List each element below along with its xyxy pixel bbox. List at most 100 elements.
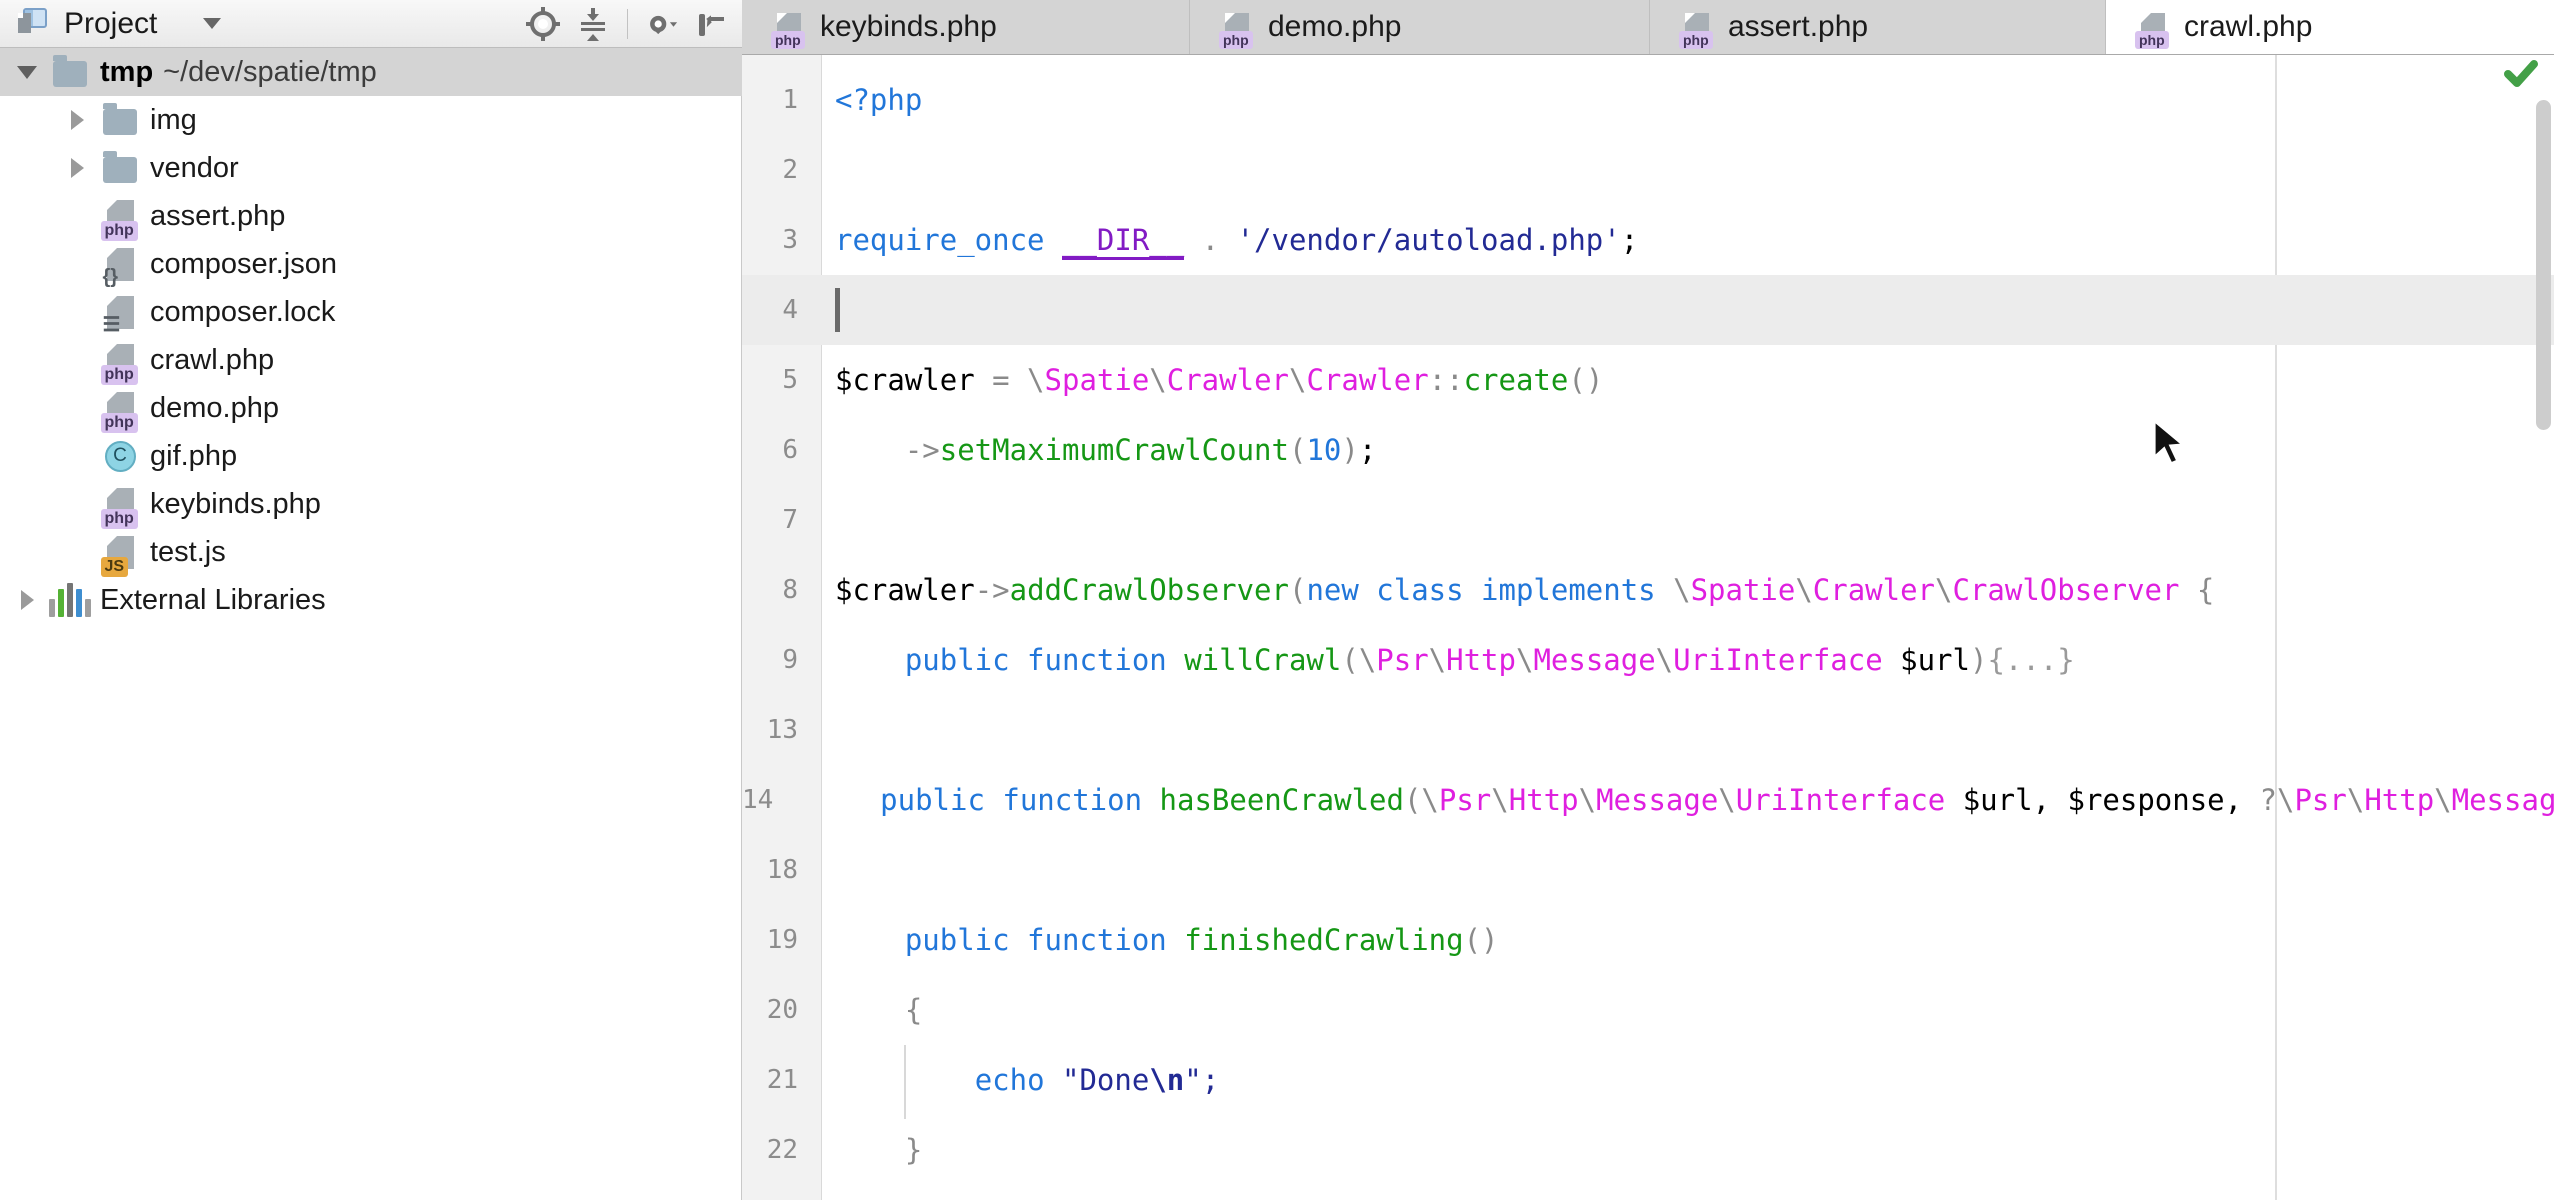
tree-item-external-libraries[interactable]: External Libraries — [0, 576, 742, 624]
php-class-icon: C — [105, 441, 136, 472]
line-number: 22 — [742, 1135, 798, 1165]
code-line-1[interactable]: 1<?php — [742, 65, 2554, 135]
text-caret — [835, 288, 840, 332]
mouse-cursor-icon — [2150, 418, 2196, 473]
tree-item-composer.json[interactable]: {} composer.json — [0, 240, 742, 288]
tree-item-label: vendor — [150, 152, 239, 185]
line-number: 20 — [742, 995, 798, 1025]
external-libraries-icon — [49, 583, 91, 617]
code-text: { — [835, 993, 922, 1027]
folder-icon — [103, 109, 137, 135]
code-line-3[interactable]: 3 require_once __DIR__ . '/vendor/autoloa… — [742, 205, 2554, 275]
collapse-all-icon[interactable] — [575, 6, 611, 42]
code-line-2[interactable]: 2 — [742, 135, 2554, 205]
php-file-icon: php — [107, 392, 134, 425]
line-number: 21 — [742, 1065, 798, 1095]
tree-item-keybinds.php[interactable]: php keybinds.php — [0, 480, 742, 528]
tab-assert.php[interactable]: php assert.php — [1650, 0, 2106, 54]
toolbar-separator — [627, 9, 628, 39]
code-line-19[interactable]: 19 public function finishedCrawling() — [742, 905, 2554, 975]
line-number: 19 — [742, 925, 798, 955]
project-tool-window: Project — [0, 0, 742, 1200]
line-number: 8 — [742, 575, 798, 605]
php-file-icon: php — [777, 13, 801, 42]
tree-item-demo.php[interactable]: php demo.php — [0, 384, 742, 432]
code-line-14[interactable]: 14 public function hasBeenCrawled(\Psr\H… — [742, 765, 2554, 835]
php-file-icon: php — [1225, 13, 1249, 42]
tree-item-assert.php[interactable]: php assert.php — [0, 192, 742, 240]
chevron-down-icon[interactable] — [203, 18, 221, 29]
tree-item-img[interactable]: img — [0, 96, 742, 144]
editor-scrollbar-thumb[interactable] — [2536, 100, 2551, 430]
line-number: 18 — [742, 855, 798, 885]
code-line-6[interactable]: 6 ->setMaximumCrawlCount(10); — [742, 415, 2554, 485]
editor-pane: php keybinds.phpphp demo.phpphp assert.p… — [742, 0, 2554, 1200]
tree-item-tmp[interactable]: tmp~/dev/spatie/tmp — [0, 48, 742, 96]
code-line-5[interactable]: 5 $crawler = \Spatie\Crawler\Crawler::cre… — [742, 345, 2554, 415]
line-number: 14 — [742, 785, 773, 815]
line-number: 4 — [742, 295, 798, 325]
code-text: echo "Done\n"; — [835, 1063, 1219, 1097]
tab-label: keybinds.php — [820, 10, 997, 44]
collapse-arrow-icon[interactable] — [71, 110, 84, 130]
tree-item-test.js[interactable]: JS test.js — [0, 528, 742, 576]
code-text: require_once __DIR__ . '/vendor/autoload… — [835, 223, 1638, 257]
code-text: public function willCrawl(\Psr\Http\Mess… — [835, 643, 2075, 677]
line-number: 5 — [742, 365, 798, 395]
folder-icon — [103, 157, 137, 183]
code-line-21[interactable]: 21 echo "Done\n"; — [742, 1045, 2554, 1115]
line-number: 9 — [742, 645, 798, 675]
tab-crawl.php[interactable]: php crawl.php — [2106, 0, 2554, 54]
tab-label: crawl.php — [2184, 10, 2312, 44]
hide-panel-icon[interactable] — [692, 6, 728, 42]
project-tool-window-icon — [14, 3, 50, 44]
php-file-icon: php — [2141, 13, 2165, 42]
code-line-13[interactable]: 13 — [742, 695, 2554, 765]
json-file-icon: {} — [107, 248, 134, 281]
line-number: 3 — [742, 225, 798, 255]
code-text: $crawler->addCrawlObserver(new class imp… — [835, 573, 2214, 607]
tab-keybinds.php[interactable]: php keybinds.php — [742, 0, 1190, 54]
code-area[interactable]: 1<?php 2 3 require_once __DIR__ . '/vendor/… — [742, 55, 2554, 1185]
tree-item-label: img — [150, 104, 197, 137]
code-text: $crawler = \Spatie\Crawler\Crawler::crea… — [835, 363, 1603, 397]
code-line-22[interactable]: 22 } — [742, 1115, 2554, 1185]
line-number: 2 — [742, 155, 798, 185]
php-file-icon: php — [1685, 13, 1709, 42]
tree-item-composer.lock[interactable]: ☰ composer.lock — [0, 288, 742, 336]
lock-file-icon: ☰ — [107, 296, 134, 329]
locate-icon[interactable] — [525, 6, 561, 42]
tree-item-crawl.php[interactable]: php crawl.php — [0, 336, 742, 384]
code-text: } — [835, 1133, 922, 1167]
line-number: 13 — [742, 715, 798, 745]
tree-item-label: gif.php — [150, 440, 237, 473]
code-text: public function finishedCrawling() — [835, 923, 1499, 957]
settings-gear-icon[interactable] — [642, 6, 678, 42]
tree-item-vendor[interactable]: vendor — [0, 144, 742, 192]
tab-demo.php[interactable]: php demo.php — [1190, 0, 1650, 54]
code-line-20[interactable]: 20 { — [742, 975, 2554, 1045]
collapse-arrow-icon[interactable] — [21, 590, 34, 610]
tree-item-path: ~/dev/spatie/tmp — [163, 56, 377, 89]
tree-item-label: composer.json — [150, 248, 337, 281]
panel-title[interactable]: Project — [64, 7, 157, 41]
php-file-icon: php — [107, 344, 134, 377]
tree-item-label: External Libraries — [100, 584, 326, 617]
line-number: 1 — [742, 85, 798, 115]
code-line-9[interactable]: 9 public function willCrawl(\Psr\Http\Me… — [742, 625, 2554, 695]
code-line-7[interactable]: 7 — [742, 485, 2554, 555]
code-line-18[interactable]: 18 — [742, 835, 2554, 905]
tree-item-gif.php[interactable]: C gif.php — [0, 432, 742, 480]
inspections-ok-icon[interactable] — [2504, 59, 2538, 96]
tree-item-label: demo.php — [150, 392, 279, 425]
code-line-8[interactable]: 8 $crawler->addCrawlObserver(new class im… — [742, 555, 2554, 625]
code-line-4[interactable]: 4 — [742, 275, 2554, 345]
tree-item-label: test.js — [150, 536, 226, 569]
tab-label: assert.php — [1728, 10, 1868, 44]
tree-item-label: composer.lock — [150, 296, 335, 329]
code-editor[interactable]: 1<?php 2 3 require_once __DIR__ . '/vendor/… — [742, 55, 2554, 1200]
tree-item-label: keybinds.php — [150, 488, 321, 521]
collapse-arrow-icon[interactable] — [71, 158, 84, 178]
tab-label: demo.php — [1268, 10, 1401, 44]
expand-arrow-icon[interactable] — [17, 66, 37, 79]
